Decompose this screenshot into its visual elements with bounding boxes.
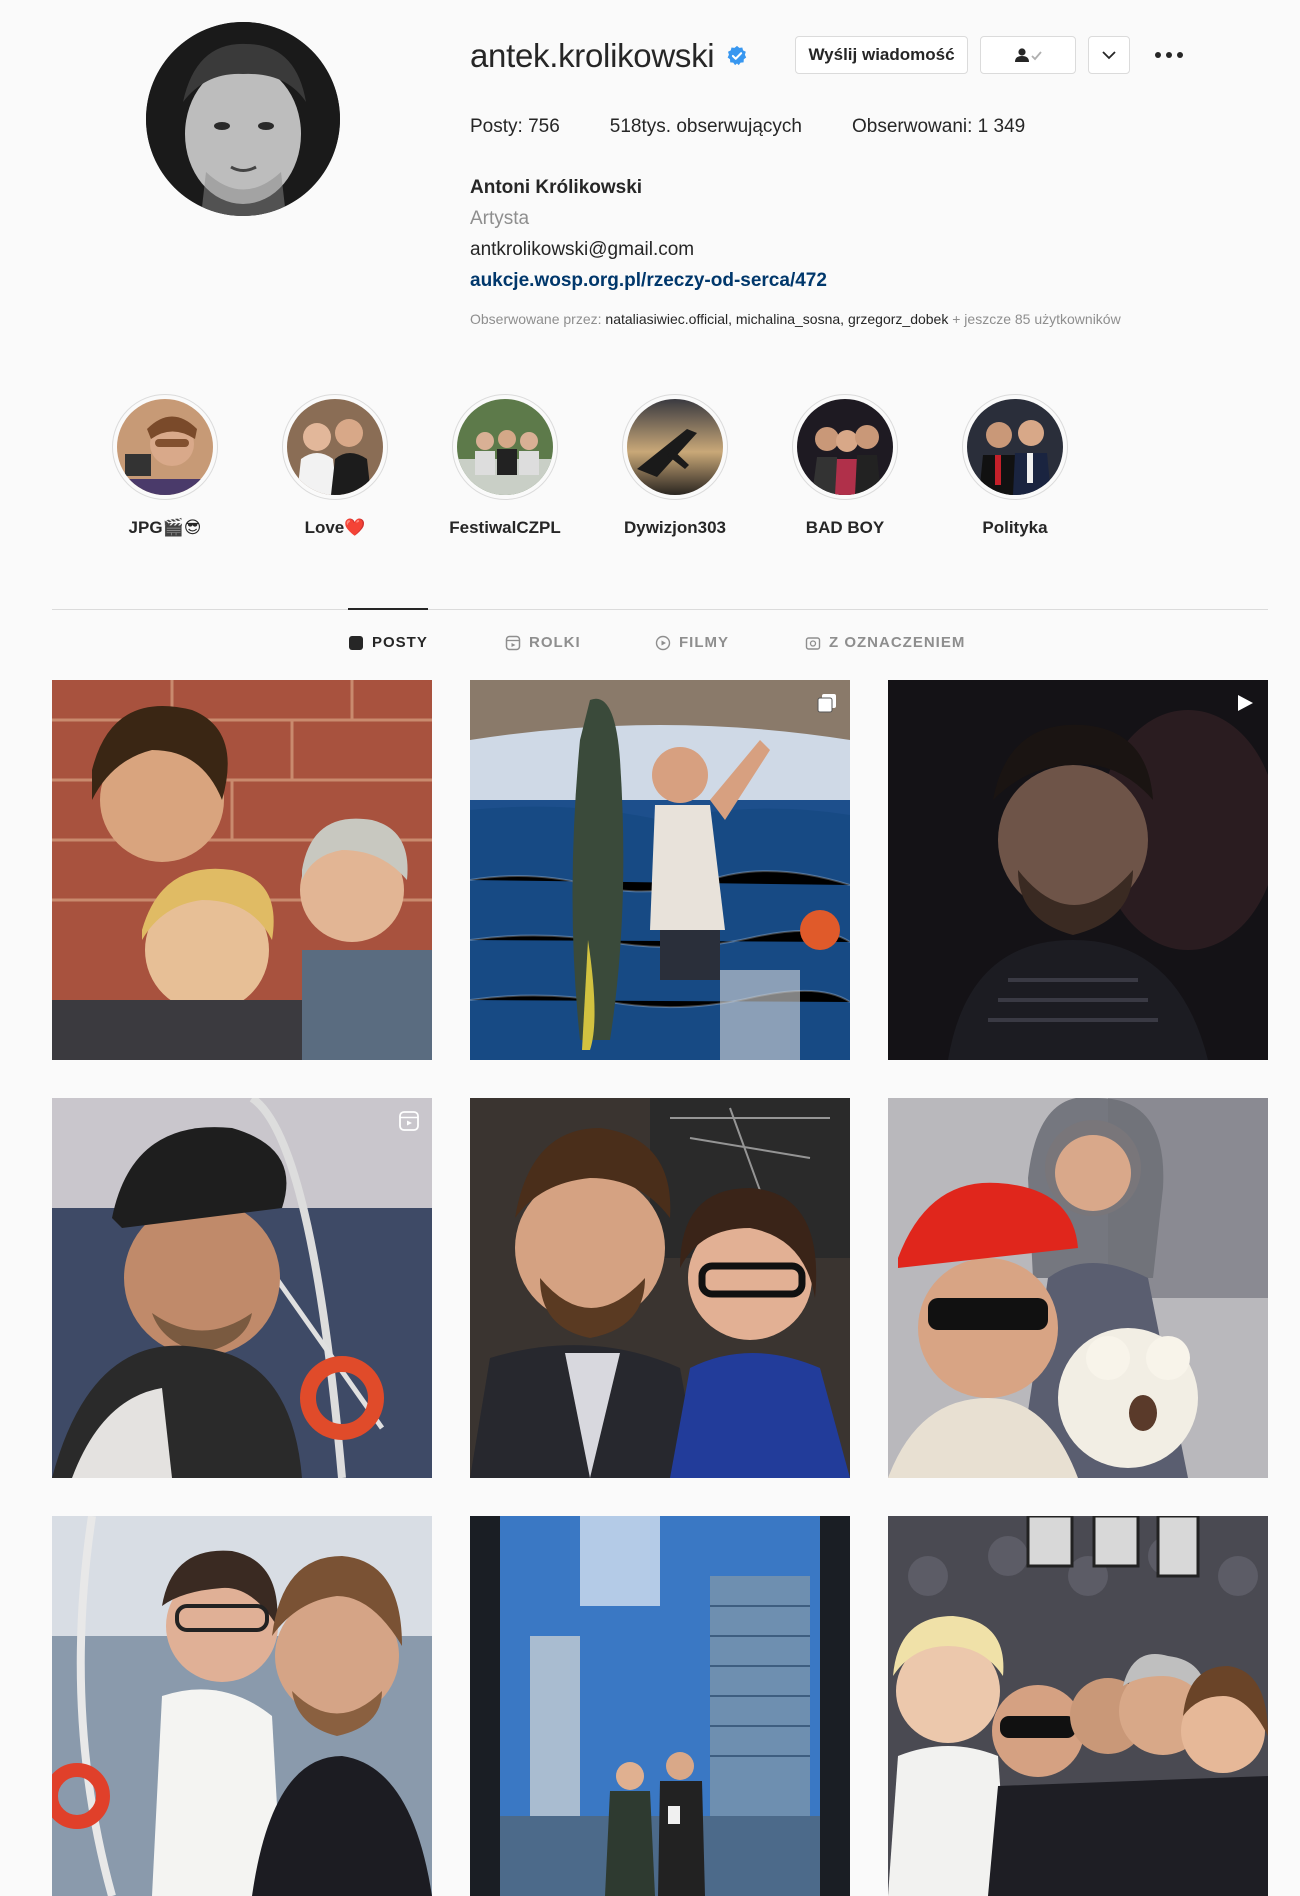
tagged-icon [805, 636, 821, 650]
profile-stats: Posty: 756 518tys. obserwujących Obserwo… [470, 116, 1075, 138]
tab-reels[interactable]: ROLKI [505, 634, 581, 651]
profile-page: antek.krolikowski Wyślij wiadomość Posty… [0, 0, 1300, 1896]
post-tile[interactable] [52, 680, 432, 1060]
followed-by-suffix: + jeszcze 85 użytkowników [948, 311, 1121, 327]
followed-by-names: nataliasiwiec.official, michalina_sosna,… [605, 311, 949, 327]
active-tab-indicator [348, 608, 428, 610]
highlight-image [967, 399, 1063, 495]
profile-avatar[interactable] [146, 22, 340, 216]
post-tile[interactable] [52, 1098, 432, 1478]
post-tile[interactable] [52, 1516, 432, 1896]
carousel-icon [817, 694, 836, 713]
play-circle-icon [655, 635, 671, 650]
profile-category: Artysta [470, 208, 530, 229]
post-tile[interactable] [470, 1098, 850, 1478]
highlight-ring [622, 394, 728, 500]
highlight-image [627, 399, 723, 495]
profile-bio: Antoni Królikowski Artysta antkrolikowsk… [470, 172, 827, 296]
username-row: antek.krolikowski [470, 34, 748, 78]
highlight-label: Polityka [982, 518, 1048, 537]
highlight-label: JPG🎬😎 [128, 518, 202, 537]
highlight-ring [112, 394, 218, 500]
send-message-button[interactable]: Wyślij wiadomość [795, 36, 968, 74]
tabs-divider [52, 609, 1268, 610]
video-icon [1238, 695, 1253, 711]
highlight-image [287, 399, 383, 495]
highlight-ring [452, 394, 558, 500]
highlight-label: FestiwalCZPL [449, 518, 561, 537]
grid-icon [349, 635, 363, 650]
username: antek.krolikowski [470, 37, 715, 74]
highlight-bad-boy[interactable]: BAD BOY [775, 394, 915, 538]
reel-icon [399, 1111, 419, 1131]
highlight-jpg[interactable]: JPG🎬😎 [95, 394, 235, 538]
highlight-image [457, 399, 553, 495]
followed-by-prefix: Obserwowane przez: [470, 311, 606, 327]
posts-count: Posty: 756 [470, 116, 560, 137]
profile-email: antkrolikowski@gmail.com [470, 239, 695, 260]
user-check-icon [1015, 48, 1042, 62]
highlight-ring [962, 394, 1068, 500]
highlight-ring [282, 394, 388, 500]
suggested-accounts-button[interactable] [1088, 36, 1130, 74]
reels-icon [505, 635, 521, 650]
highlight-ring [792, 394, 898, 500]
following-count[interactable]: Obserwowani: 1 349 [852, 116, 1025, 138]
full-name: Antoni Królikowski [470, 177, 643, 198]
highlight-label: Love❤️ [304, 518, 366, 537]
highlight-image [117, 399, 213, 495]
followers-count[interactable]: 518tys. obserwujących [610, 116, 802, 138]
tab-tagged[interactable]: Z OZNACZENIEM [805, 634, 965, 651]
highlight-image [797, 399, 893, 495]
post-tile[interactable] [470, 1516, 850, 1896]
tab-posts[interactable]: POSTY [348, 634, 428, 651]
highlight-label: Dywizjon303 [623, 518, 727, 537]
highlight-festiwalczpl[interactable]: FestiwalCZPL [435, 394, 575, 538]
tab-label: ROLKI [529, 634, 581, 651]
tab-label: Z OZNACZENIEM [829, 634, 966, 651]
post-tile[interactable] [470, 680, 850, 1060]
highlight-love[interactable]: Love❤️ [265, 394, 405, 538]
followed-by[interactable]: Obserwowane przez: nataliasiwiec.officia… [470, 311, 1121, 327]
following-button[interactable] [980, 36, 1076, 74]
profile-link[interactable]: aukcje.wosp.org.pl/rzeczy-od-serca/472 [470, 265, 827, 296]
highlight-label: BAD BOY [805, 518, 885, 537]
highlight-polityka[interactable]: Polityka [945, 394, 1085, 538]
post-tile[interactable] [888, 680, 1268, 1060]
more-options-button[interactable] [1148, 36, 1190, 74]
highlight-dywizjon303[interactable]: Dywizjon303 [605, 394, 745, 538]
more-horizontal-icon [1155, 52, 1183, 58]
tab-label: FILMY [679, 634, 729, 651]
tab-videos[interactable]: FILMY [655, 634, 729, 651]
verified-badge-icon [727, 45, 747, 66]
post-tile[interactable] [888, 1516, 1268, 1896]
chevron-down-icon [1102, 51, 1116, 60]
post-tile[interactable] [888, 1098, 1268, 1478]
tab-label: POSTY [372, 634, 428, 651]
